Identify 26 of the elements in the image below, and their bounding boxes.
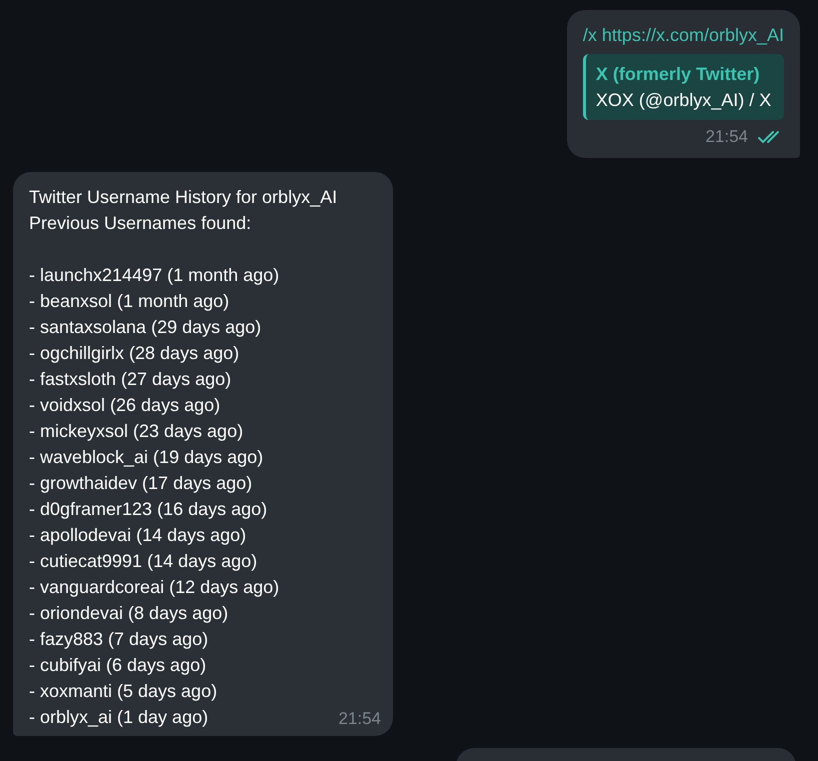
username-entry: - beanxsol (1 month ago): [29, 290, 230, 313]
username-entry: - voidxsol (26 days ago): [29, 394, 220, 417]
username-entry: - growthaidev (17 days ago): [29, 472, 252, 495]
preview-title: XOX (@orblyx_AI) / X: [596, 89, 772, 112]
username-entry: - cutiecat9991 (14 days ago): [29, 550, 258, 573]
username-entry: - ogchillgirlx (28 days ago): [29, 342, 240, 365]
username-entry: - orblyx_ai (1 day ago): [29, 706, 208, 729]
message-heading: Previous Usernames found:: [29, 212, 252, 234]
message-heading: Twitter Username History for orblyx_AI: [29, 186, 338, 209]
username-entry: - fazy883 (7 days ago): [29, 628, 208, 651]
username-entry: - xoxmanti (5 days ago): [29, 680, 218, 703]
username-entry: - cubifyai (6 days ago): [29, 654, 206, 677]
username-entry: - d0gframer123 (16 days ago): [29, 498, 268, 521]
username-entry: - apollodevai (14 days ago): [29, 524, 246, 547]
username-entry: - vanguardcoreai (12 days ago): [29, 576, 280, 599]
username-entry: - waveblock_ai (19 days ago): [29, 446, 264, 469]
username-entry: - mickeyxsol (23 days ago): [29, 420, 244, 443]
username-entry: - launchx214497 (1 month ago): [29, 264, 280, 287]
preview-site-name: X (formerly Twitter): [596, 63, 761, 86]
message-time: 21:54: [705, 126, 748, 148]
command-text: /x https://x.com/orblyx_AI: [582, 24, 784, 47]
username-entry: - oriondevai (8 days ago): [29, 602, 228, 625]
username-entry: - fastxsloth (27 days ago): [29, 368, 232, 391]
message-time: 21:54: [338, 708, 381, 730]
username-entry: - santaxsolana (29 days ago): [29, 316, 262, 339]
link-preview[interactable]: X (formerly Twitter) XOX (@orblyx_AI) / X: [582, 54, 784, 120]
